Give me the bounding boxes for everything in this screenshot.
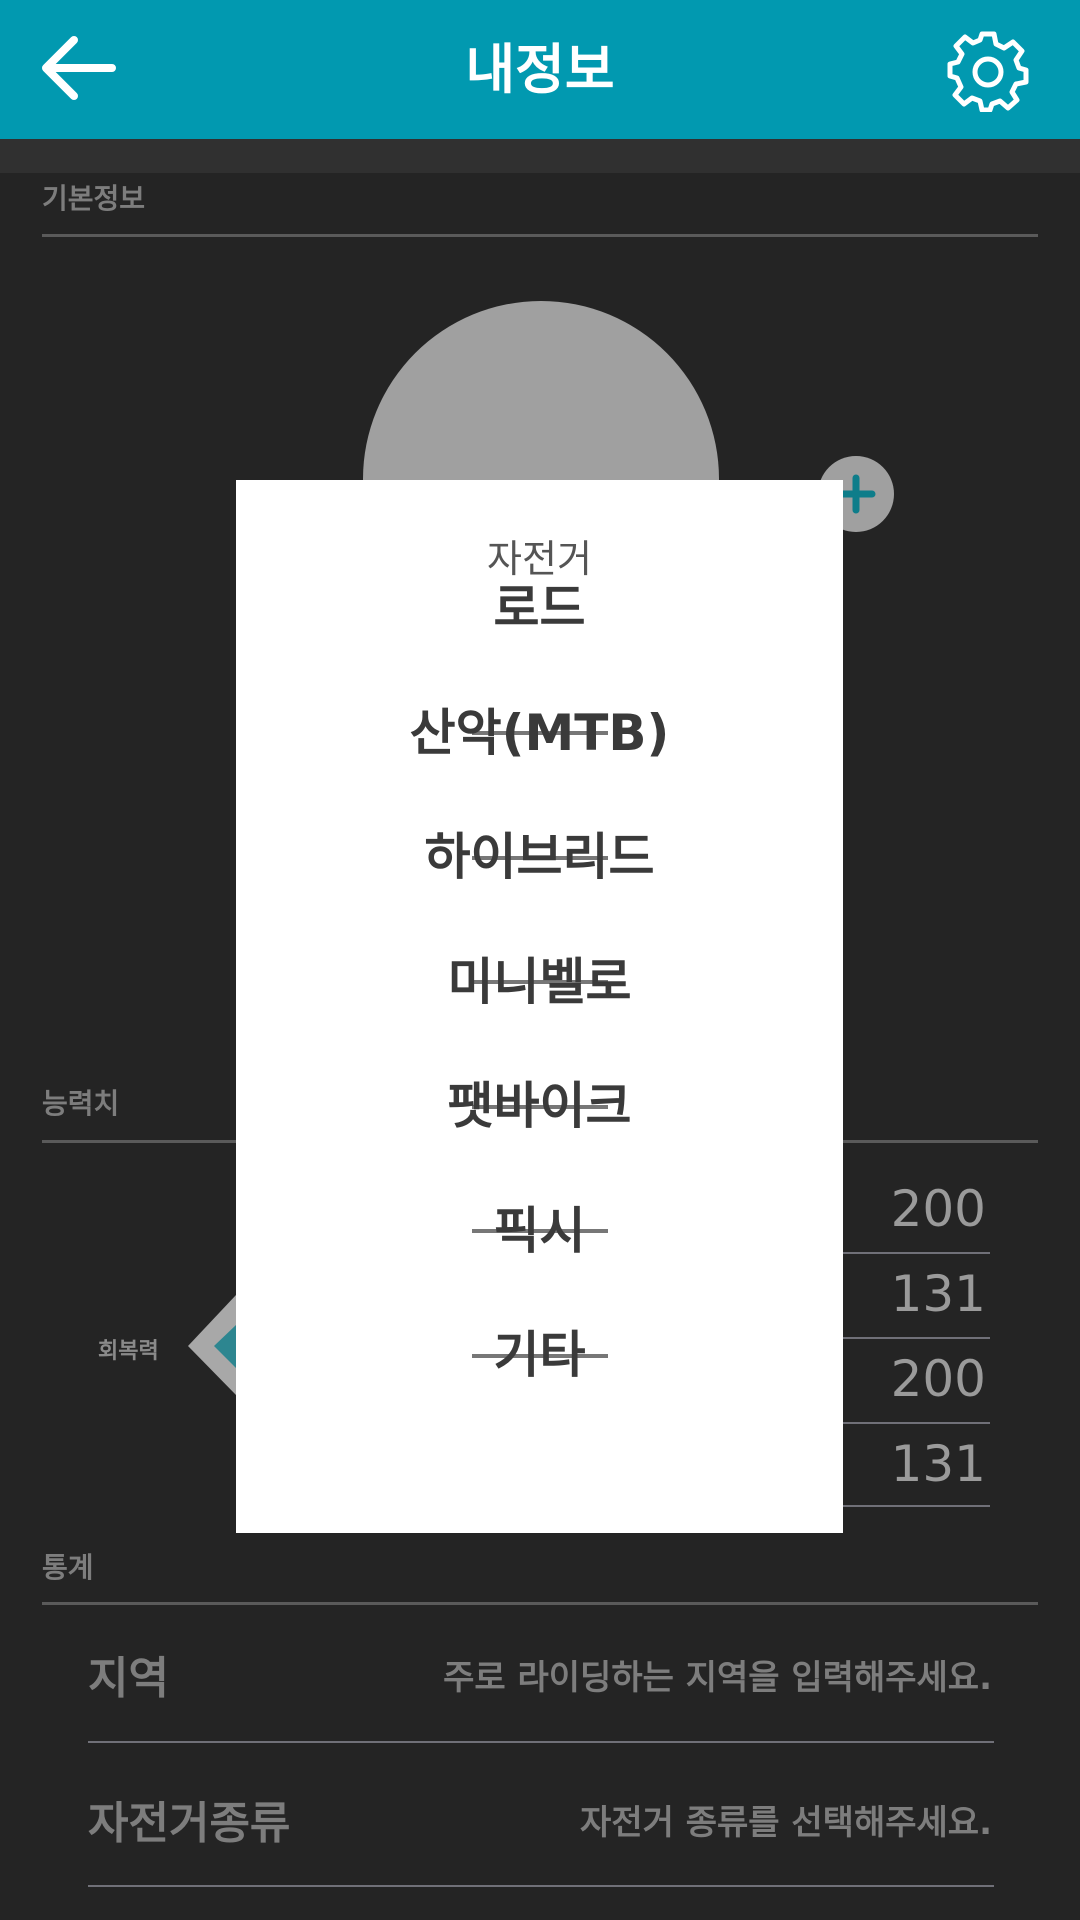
- gear-icon: [947, 31, 1029, 113]
- row-divider: [88, 1885, 994, 1887]
- radar-label-recovery: 회복력: [98, 1339, 159, 1364]
- page-title: 내정보: [465, 38, 615, 101]
- section-divider: [42, 1602, 1038, 1605]
- stat-divider: [840, 1422, 990, 1424]
- radar-chart: [180, 1290, 240, 1404]
- app-header: 내정보: [0, 0, 1080, 139]
- region-input[interactable]: 주로 라이딩하는 지역을 입력해주세요.: [443, 1650, 992, 1699]
- dialog-option[interactable]: 기타: [236, 1293, 843, 1417]
- bike-type-select[interactable]: 자전거 종류를 선택해주세요.: [580, 1795, 992, 1844]
- section-label-stats: 통계: [42, 1551, 94, 1584]
- stat-divider: [840, 1252, 990, 1254]
- dialog-option[interactable]: 미니벨로: [236, 920, 843, 1044]
- section-label-ability: 능력치: [42, 1087, 120, 1120]
- section-label-basic-info: 기본정보: [42, 182, 146, 215]
- bike-type-dialog: 자전거 로드 산악(MTB) 하이브리드 미니벨로 팻바이크 픽시 기타: [236, 480, 843, 1533]
- dialog-option[interactable]: 픽시: [236, 1169, 843, 1293]
- section-divider: [42, 234, 1038, 237]
- dialog-option[interactable]: 로드: [236, 546, 843, 670]
- stat-divider: [840, 1337, 990, 1339]
- dialog-option[interactable]: 하이브리드: [236, 795, 843, 919]
- region-label: 지역: [88, 1653, 169, 1704]
- dialog-option[interactable]: 산악(MTB): [236, 671, 843, 795]
- row-divider: [88, 1741, 994, 1743]
- settings-button[interactable]: [946, 28, 1030, 113]
- stat-divider: [840, 1505, 990, 1507]
- dialog-option[interactable]: 팻바이크: [236, 1044, 843, 1168]
- bike-type-label: 자전거종류: [88, 1798, 291, 1849]
- sub-header-bar: [0, 139, 1080, 173]
